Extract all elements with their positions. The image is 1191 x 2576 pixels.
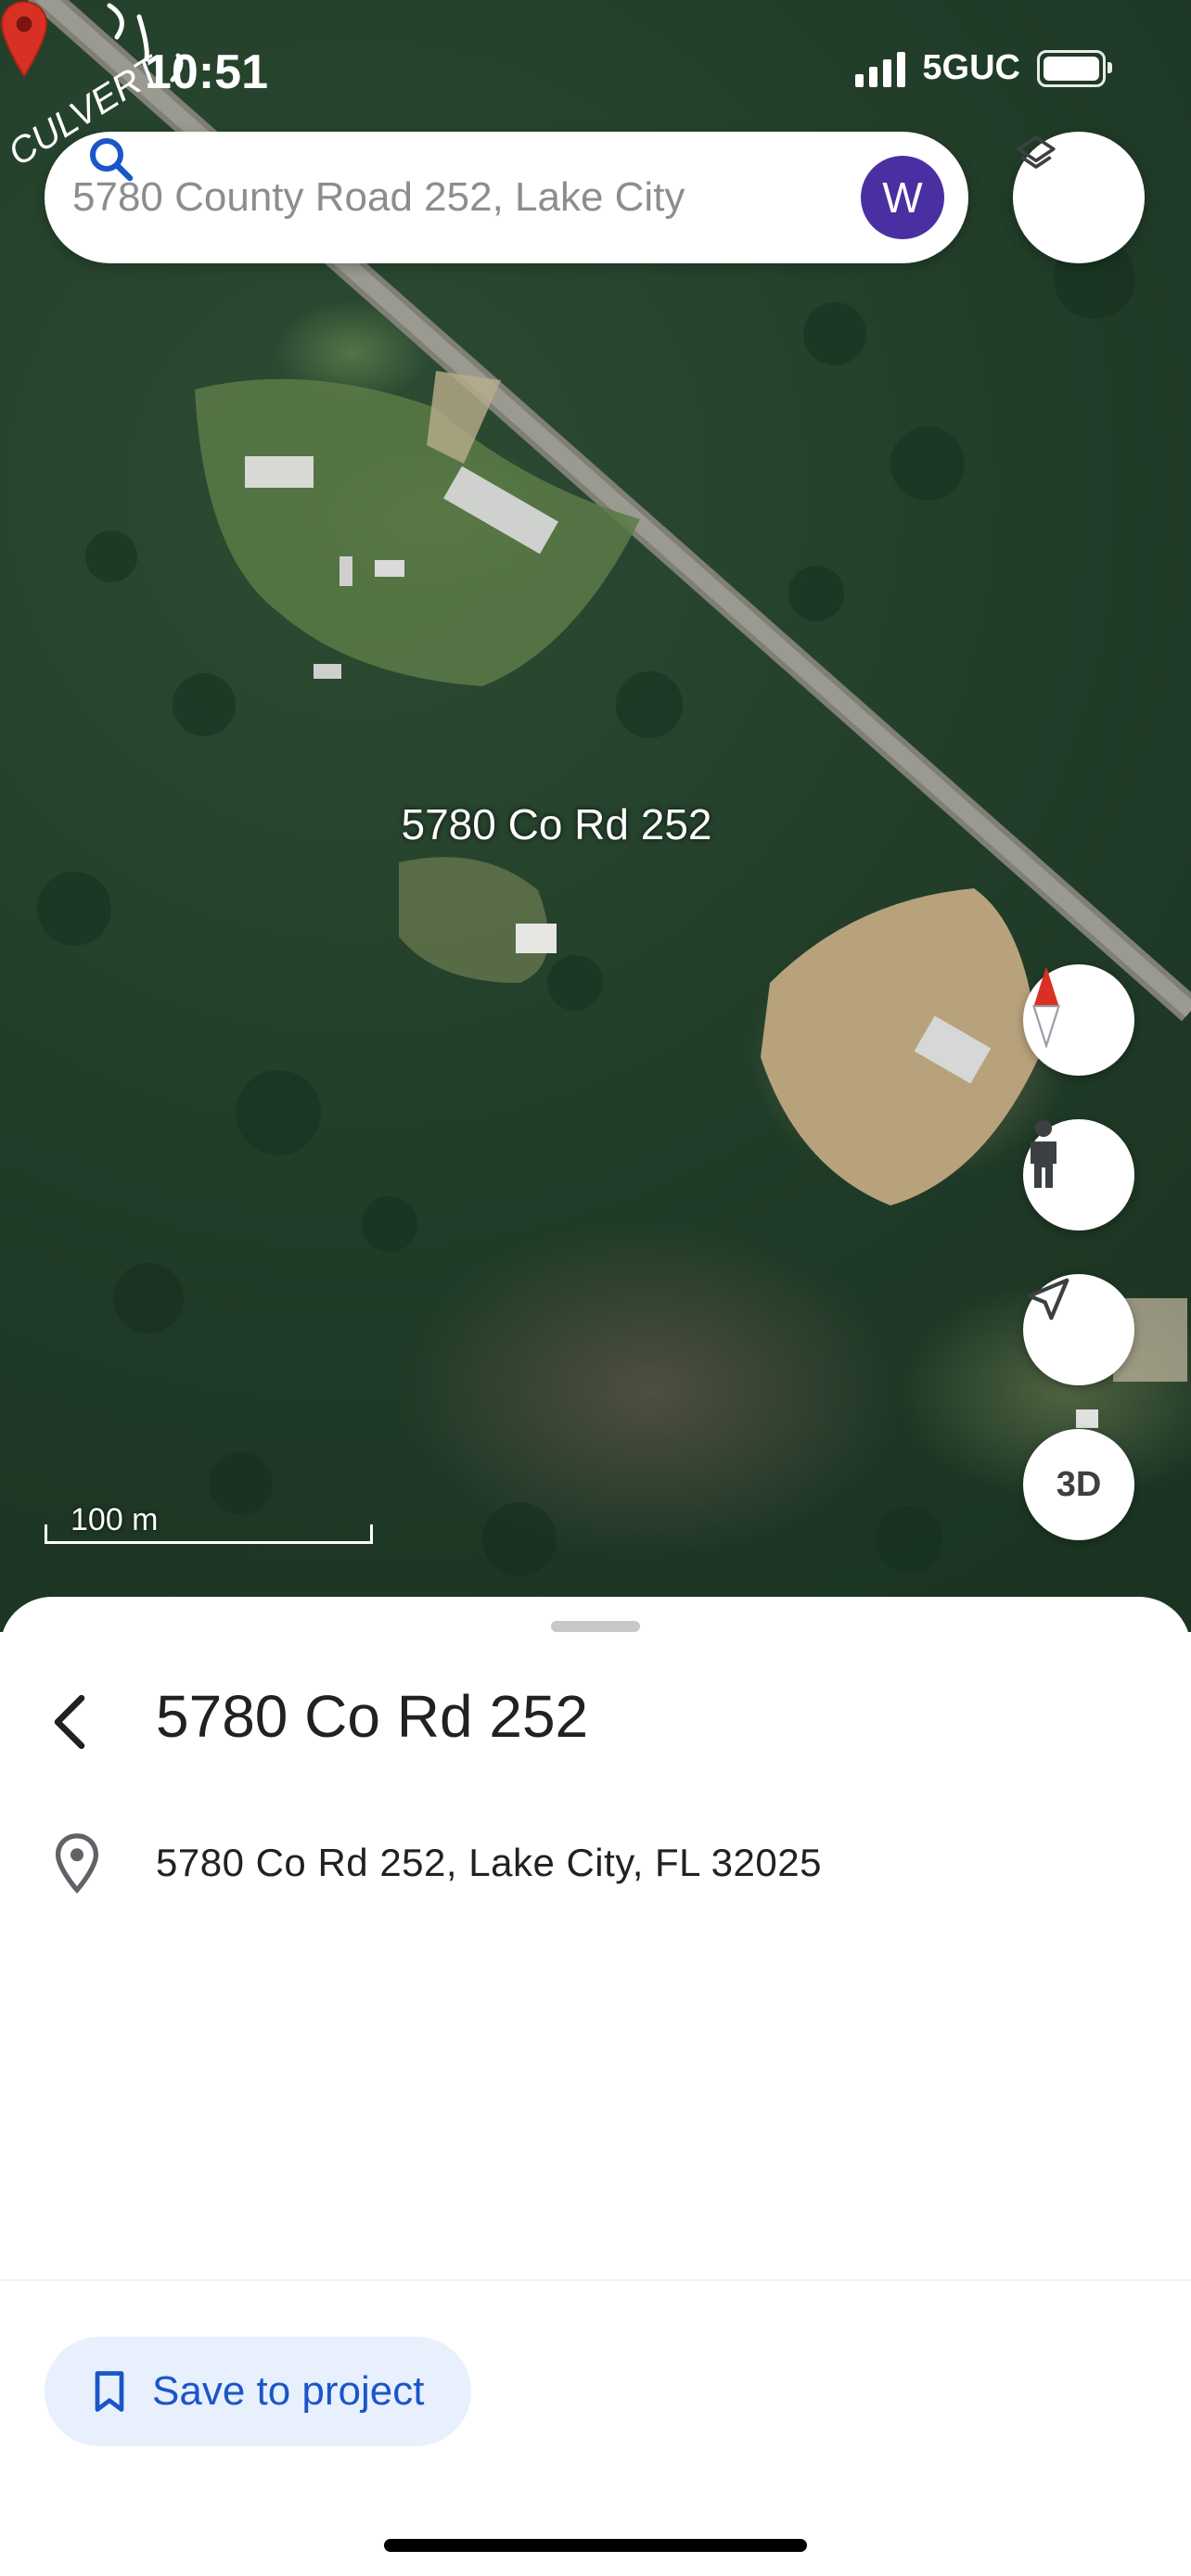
network-label: 5GUC xyxy=(922,48,1020,87)
location-outline-icon xyxy=(55,1833,99,1894)
search-input[interactable]: 5780 County Road 252, Lake City xyxy=(72,174,722,221)
place-address: 5780 Co Rd 252, Lake City, FL 32025 xyxy=(156,1841,822,1884)
status-icons: 5GUC xyxy=(855,48,1112,88)
chevron-left-icon xyxy=(54,1694,85,1750)
location-pin-icon[interactable] xyxy=(0,0,48,78)
scale-tick-left xyxy=(45,1524,47,1543)
pegman-icon xyxy=(1031,1120,1057,1188)
place-title: 5780 Co Rd 252 xyxy=(156,1683,589,1750)
signal-icon xyxy=(855,50,906,87)
home-indicator[interactable] xyxy=(384,2539,807,2552)
scale-bar xyxy=(45,1541,373,1544)
satellite-map[interactable]: 10:51 5GUC 5780 County Road 252, Lake Ci… xyxy=(0,0,1191,1632)
scale-tick-right xyxy=(370,1524,373,1543)
address-row[interactable]: 5780 Co Rd 252, Lake City, FL 32025 xyxy=(45,1830,822,1895)
layers-button[interactable] xyxy=(1013,132,1145,263)
layers-icon xyxy=(1017,135,1056,169)
navigation-arrow-icon xyxy=(1027,1278,1069,1320)
street-view-button[interactable] xyxy=(1023,1119,1134,1231)
save-to-project-button[interactable]: Save to project xyxy=(45,2337,471,2446)
back-button[interactable] xyxy=(37,1690,102,1754)
pin-label: 5780 Co Rd 252 xyxy=(401,800,712,848)
divider xyxy=(0,2279,1191,2281)
my-location-button[interactable] xyxy=(1023,1274,1134,1385)
map-scale: 100 m xyxy=(45,1502,373,1547)
battery-icon xyxy=(1037,49,1112,87)
compass-icon xyxy=(1031,966,1061,1048)
scale-label: 100 m xyxy=(70,1502,159,1537)
3d-button[interactable]: 3D xyxy=(1023,1429,1134,1540)
save-label: Save to project xyxy=(152,2368,425,2414)
sheet-drag-handle[interactable] xyxy=(551,1621,640,1632)
avatar[interactable]: W xyxy=(861,156,944,239)
compass-button[interactable] xyxy=(1023,964,1134,1076)
bookmark-icon xyxy=(95,2371,124,2412)
